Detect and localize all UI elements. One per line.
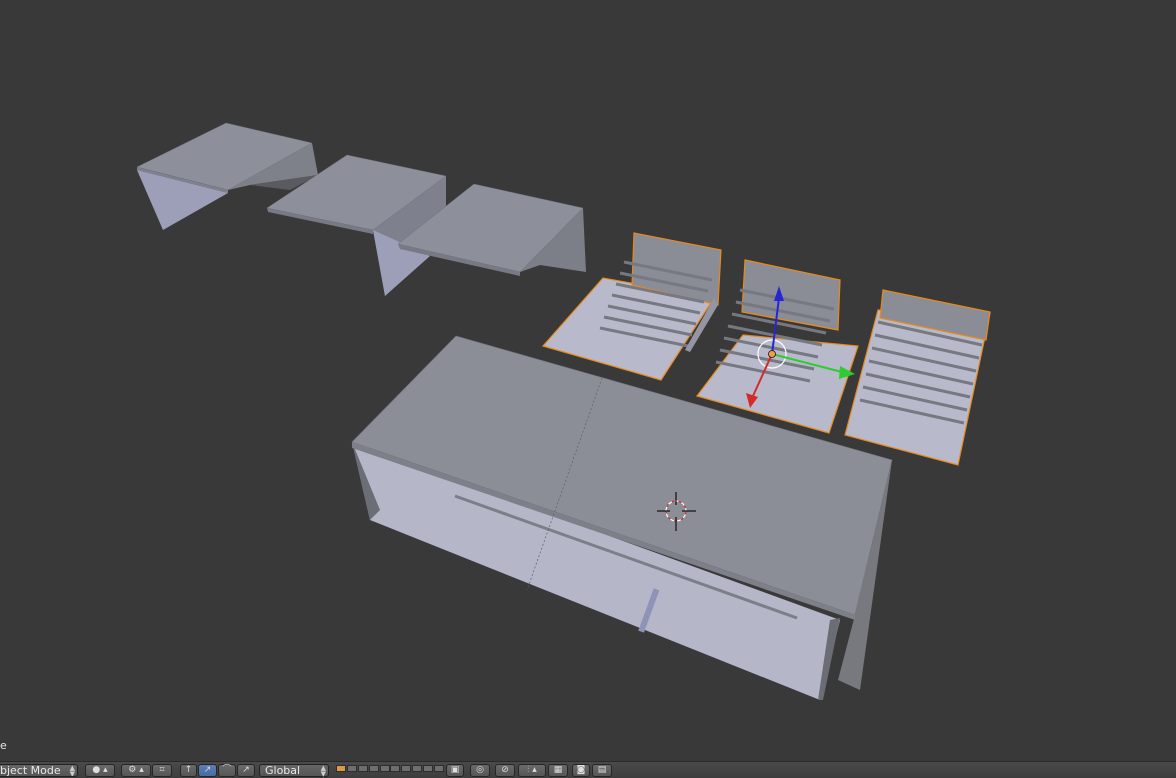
scale-handle-icon[interactable]: ↗ — [237, 764, 255, 777]
clapper-icon[interactable]: ▤ — [592, 764, 612, 777]
viewport-header: bject Mode ▲ ▼ ● ▴ ⚙ ▴ ⌗ ↑ ↗ ⌒ ↗ Global ▲… — [0, 761, 1176, 778]
scale-icon[interactable]: ⌒ — [218, 764, 236, 777]
dropdown-arrows-icon: ▲ ▼ — [69, 764, 75, 777]
viewport-shading-icon[interactable]: ● ▴ — [85, 764, 115, 777]
rotate-icon[interactable]: ↗ — [198, 764, 217, 777]
orientation-dropdown[interactable]: Global ▲ ▼ — [259, 764, 329, 778]
object-name-label: e — [0, 739, 7, 752]
pivot-point-icon[interactable]: ⚙ ▴ — [121, 764, 151, 777]
3d-viewport[interactable]: e — [0, 0, 1176, 761]
manipulator-toggle-icon[interactable]: ⌗ — [152, 764, 172, 777]
camera-icon[interactable]: ◙ — [572, 764, 590, 777]
proportional-edit-icon[interactable]: ◎ — [470, 764, 490, 777]
dropdown-arrows-icon: ▲ ▼ — [320, 764, 326, 778]
mode-label: bject Mode — [0, 764, 61, 777]
render-icon[interactable]: ▦ — [548, 764, 568, 777]
translate-icon[interactable]: ↑ — [180, 764, 197, 777]
snap-icon[interactable]: ⊘ — [495, 764, 515, 777]
snap-element-icon[interactable]: ⫶ ▴ — [518, 764, 546, 777]
stair-module-2[interactable] — [695, 259, 859, 434]
mode-dropdown[interactable]: bject Mode ▲ ▼ — [0, 764, 78, 777]
layers-group-2[interactable] — [390, 765, 444, 778]
layers-icon[interactable] — [336, 765, 390, 778]
orientation-label: Global — [265, 764, 301, 777]
scene-canvas[interactable] — [0, 0, 1176, 761]
stair-module-3[interactable] — [844, 289, 991, 466]
lock-layers-icon[interactable]: ▣ — [446, 764, 464, 777]
